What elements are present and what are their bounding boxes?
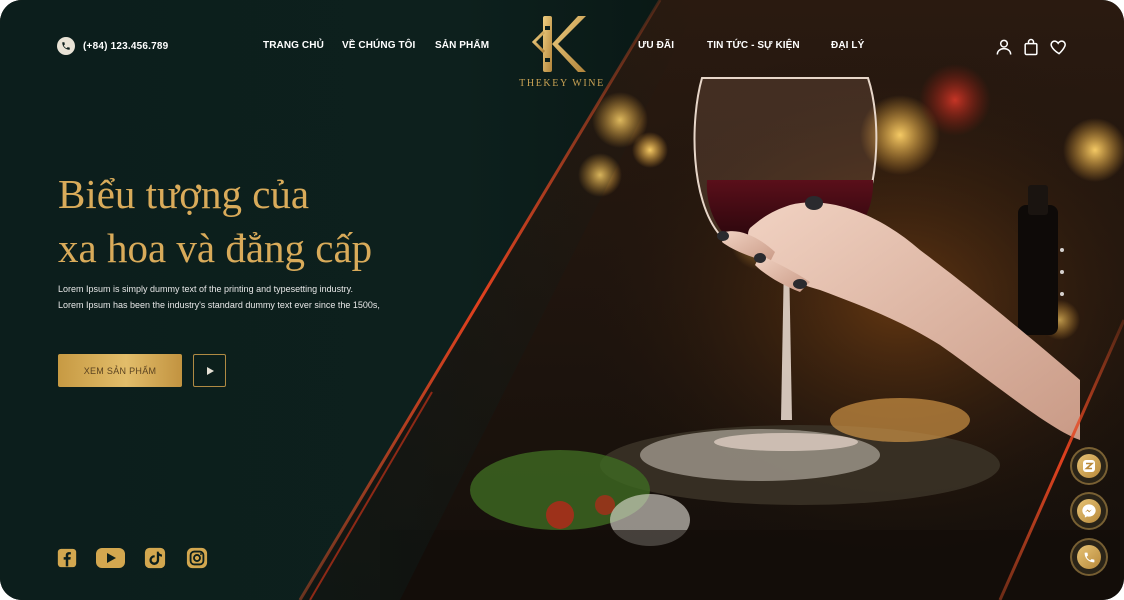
nav-item-dealers[interactable]: ĐẠI LÝ <box>831 40 864 51</box>
call-button[interactable] <box>1072 540 1106 574</box>
logo-k-mark <box>531 16 586 72</box>
hero-description-line-2: Lorem Ipsum has been the industry's stan… <box>58 300 380 310</box>
logo-text: THEKEY WINE <box>519 78 605 89</box>
hero-headline: Biểu tượng của xa hoa và đẳng cấp <box>58 167 372 275</box>
shopping-bag-icon[interactable] <box>1021 37 1041 57</box>
user-icon[interactable] <box>994 37 1014 57</box>
messenger-button[interactable] <box>1072 494 1106 528</box>
nav-item-offers[interactable]: ƯU ĐÃI <box>638 40 674 51</box>
zalo-button[interactable] <box>1072 449 1106 483</box>
phone-icon <box>1077 545 1101 569</box>
nav-item-home[interactable]: TRANG CHỦ <box>263 40 324 51</box>
view-products-button[interactable]: XEM SẢN PHẨM <box>58 354 182 387</box>
page-frame: (+84) 123.456.789 TRANG CHỦ VỀ CHÚNG TÔI… <box>0 0 1124 600</box>
facebook-icon[interactable] <box>57 546 77 570</box>
phone-number: (+84) 123.456.789 <box>83 40 169 52</box>
youtube-icon[interactable] <box>96 546 125 570</box>
messenger-icon <box>1077 499 1101 523</box>
nav-item-products[interactable]: SẢN PHẨM <box>435 40 489 51</box>
zalo-icon <box>1077 454 1101 478</box>
hero-headline-line-1: Biểu tượng của <box>58 171 310 217</box>
brand-logo[interactable]: THEKEY WINE <box>514 12 610 92</box>
nav-item-about[interactable]: VỀ CHÚNG TÔI <box>342 40 415 51</box>
phone-icon <box>57 37 75 55</box>
header-phone[interactable]: (+84) 123.456.789 <box>57 37 168 55</box>
hero-headline-line-2: xa hoa và đẳng cấp <box>58 225 373 271</box>
instagram-icon[interactable] <box>186 546 208 570</box>
hero-description-line-1: Lorem Ipsum is simply dummy text of the … <box>58 284 353 294</box>
play-video-button[interactable] <box>193 354 226 387</box>
heart-icon[interactable] <box>1049 37 1069 57</box>
tiktok-icon[interactable] <box>144 546 166 570</box>
nav-item-news-events[interactable]: TIN TỨC - SỰ KIỆN <box>707 40 800 51</box>
play-icon <box>206 366 214 375</box>
hero-description: Lorem Ipsum is simply dummy text of the … <box>58 281 380 313</box>
